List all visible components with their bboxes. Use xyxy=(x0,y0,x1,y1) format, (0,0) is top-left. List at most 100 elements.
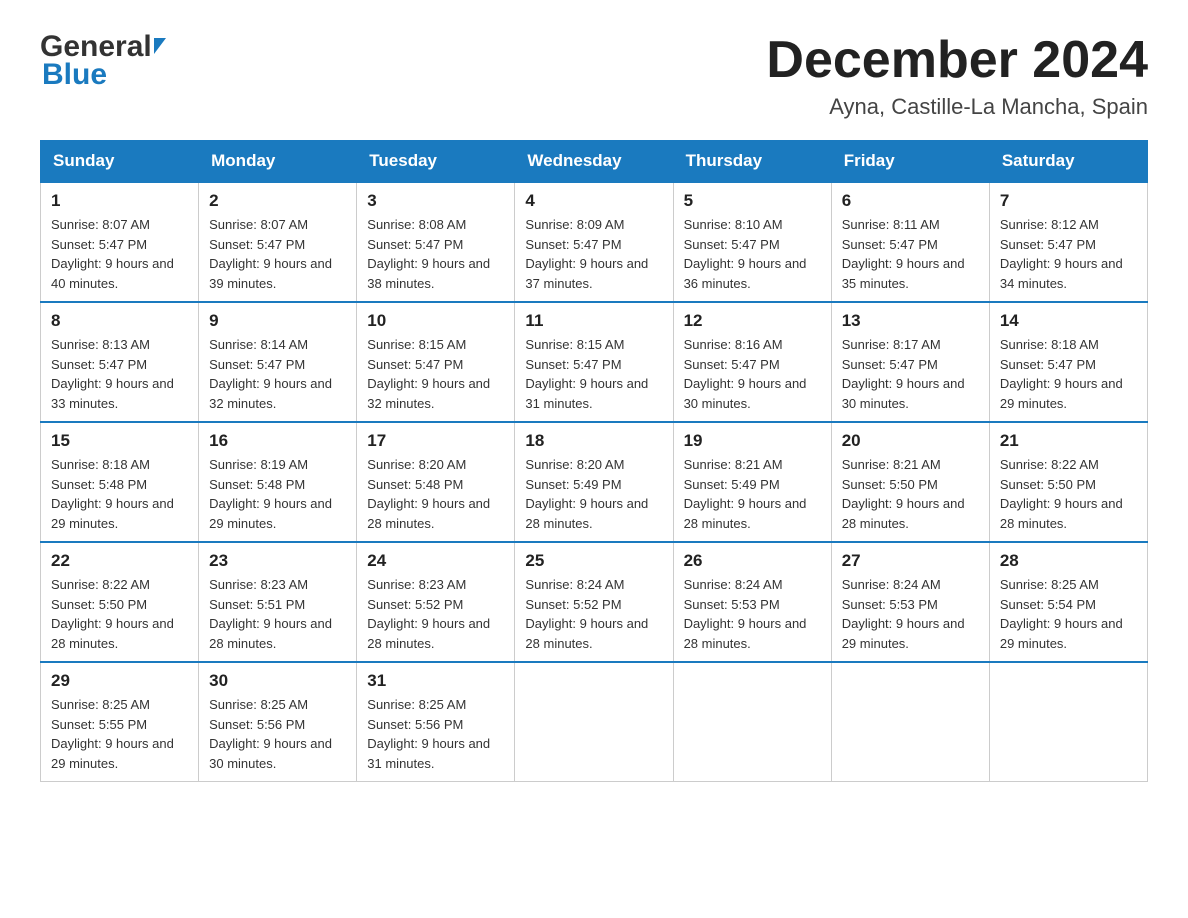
day-info: Sunrise: 8:25 AMSunset: 5:56 PMDaylight:… xyxy=(367,695,504,773)
calendar-cell: 31 Sunrise: 8:25 AMSunset: 5:56 PMDayligh… xyxy=(357,662,515,782)
month-title: December 2024 xyxy=(766,30,1148,90)
day-number: 26 xyxy=(684,551,821,571)
week-row-1: 1 Sunrise: 8:07 AMSunset: 5:47 PMDaylight… xyxy=(41,182,1148,302)
calendar-cell: 11Sunrise: 8:15 AMSunset: 5:47 PMDayligh… xyxy=(515,302,673,422)
day-info: Sunrise: 8:23 AMSunset: 5:51 PMDaylight:… xyxy=(209,575,346,653)
calendar-cell: 1 Sunrise: 8:07 AMSunset: 5:47 PMDaylight… xyxy=(41,182,199,302)
day-info: Sunrise: 8:25 AMSunset: 5:55 PMDaylight:… xyxy=(51,695,188,773)
week-row-5: 29Sunrise: 8:25 AMSunset: 5:55 PMDayligh… xyxy=(41,662,1148,782)
day-number: 27 xyxy=(842,551,979,571)
calendar-cell: 12 Sunrise: 8:16 AMSunset: 5:47 PMDayligh… xyxy=(673,302,831,422)
col-header-tuesday: Tuesday xyxy=(357,141,515,183)
day-number: 31 xyxy=(367,671,504,691)
calendar-cell: 10Sunrise: 8:15 AMSunset: 5:47 PMDayligh… xyxy=(357,302,515,422)
day-info: Sunrise: 8:20 AMSunset: 5:48 PMDaylight:… xyxy=(367,455,504,533)
calendar-cell: 30 Sunrise: 8:25 AMSunset: 5:56 PMDayligh… xyxy=(199,662,357,782)
day-info: Sunrise: 8:13 AMSunset: 5:47 PMDaylight:… xyxy=(51,335,188,413)
calendar-cell: 7 Sunrise: 8:12 AMSunset: 5:47 PMDaylight… xyxy=(989,182,1147,302)
calendar-cell: 21 Sunrise: 8:22 AMSunset: 5:50 PMDayligh… xyxy=(989,422,1147,542)
day-info: Sunrise: 8:21 AMSunset: 5:50 PMDaylight:… xyxy=(842,455,979,533)
header-row: SundayMondayTuesdayWednesdayThursdayFrid… xyxy=(41,141,1148,183)
day-number: 12 xyxy=(684,311,821,331)
day-number: 5 xyxy=(684,191,821,211)
day-info: Sunrise: 8:25 AMSunset: 5:54 PMDaylight:… xyxy=(1000,575,1137,653)
day-number: 16 xyxy=(209,431,346,451)
day-info: Sunrise: 8:24 AMSunset: 5:52 PMDaylight:… xyxy=(525,575,662,653)
col-header-saturday: Saturday xyxy=(989,141,1147,183)
calendar-cell: 19Sunrise: 8:21 AMSunset: 5:49 PMDayligh… xyxy=(673,422,831,542)
calendar-cell: 13Sunrise: 8:17 AMSunset: 5:47 PMDayligh… xyxy=(831,302,989,422)
day-info: Sunrise: 8:16 AMSunset: 5:47 PMDaylight:… xyxy=(684,335,821,413)
day-number: 23 xyxy=(209,551,346,571)
day-number: 22 xyxy=(51,551,188,571)
day-info: Sunrise: 8:22 AMSunset: 5:50 PMDaylight:… xyxy=(51,575,188,653)
page-header: General Blue December 2024 Ayna, Castill… xyxy=(40,30,1148,120)
day-number: 15 xyxy=(51,431,188,451)
calendar-cell xyxy=(831,662,989,782)
day-number: 30 xyxy=(209,671,346,691)
calendar-cell: 14 Sunrise: 8:18 AMSunset: 5:47 PMDayligh… xyxy=(989,302,1147,422)
title-area: December 2024 Ayna, Castille-La Mancha, … xyxy=(766,30,1148,120)
logo-blue-text: Blue xyxy=(42,58,107,92)
calendar-cell: 17 Sunrise: 8:20 AMSunset: 5:48 PMDayligh… xyxy=(357,422,515,542)
day-info: Sunrise: 8:09 AMSunset: 5:47 PMDaylight:… xyxy=(525,215,662,293)
day-info: Sunrise: 8:11 AMSunset: 5:47 PMDaylight:… xyxy=(842,215,979,293)
day-info: Sunrise: 8:23 AMSunset: 5:52 PMDaylight:… xyxy=(367,575,504,653)
day-number: 2 xyxy=(209,191,346,211)
calendar-cell: 28 Sunrise: 8:25 AMSunset: 5:54 PMDayligh… xyxy=(989,542,1147,662)
day-number: 17 xyxy=(367,431,504,451)
calendar-cell: 23 Sunrise: 8:23 AMSunset: 5:51 PMDayligh… xyxy=(199,542,357,662)
day-info: Sunrise: 8:10 AMSunset: 5:47 PMDaylight:… xyxy=(684,215,821,293)
day-info: Sunrise: 8:12 AMSunset: 5:47 PMDaylight:… xyxy=(1000,215,1137,293)
day-info: Sunrise: 8:17 AMSunset: 5:47 PMDaylight:… xyxy=(842,335,979,413)
calendar-cell: 8Sunrise: 8:13 AMSunset: 5:47 PMDaylight… xyxy=(41,302,199,422)
day-number: 1 xyxy=(51,191,188,211)
day-number: 4 xyxy=(525,191,662,211)
day-number: 6 xyxy=(842,191,979,211)
day-info: Sunrise: 8:07 AMSunset: 5:47 PMDaylight:… xyxy=(51,215,188,293)
calendar-cell: 26Sunrise: 8:24 AMSunset: 5:53 PMDayligh… xyxy=(673,542,831,662)
calendar-cell: 6 Sunrise: 8:11 AMSunset: 5:47 PMDaylight… xyxy=(831,182,989,302)
calendar-cell: 22 Sunrise: 8:22 AMSunset: 5:50 PMDayligh… xyxy=(41,542,199,662)
calendar-cell: 16Sunrise: 8:19 AMSunset: 5:48 PMDayligh… xyxy=(199,422,357,542)
day-info: Sunrise: 8:22 AMSunset: 5:50 PMDaylight:… xyxy=(1000,455,1137,533)
day-number: 18 xyxy=(525,431,662,451)
day-info: Sunrise: 8:18 AMSunset: 5:47 PMDaylight:… xyxy=(1000,335,1137,413)
calendar-cell: 15Sunrise: 8:18 AMSunset: 5:48 PMDayligh… xyxy=(41,422,199,542)
day-number: 3 xyxy=(367,191,504,211)
day-number: 24 xyxy=(367,551,504,571)
day-info: Sunrise: 8:24 AMSunset: 5:53 PMDaylight:… xyxy=(842,575,979,653)
calendar-cell: 9Sunrise: 8:14 AMSunset: 5:47 PMDaylight… xyxy=(199,302,357,422)
col-header-monday: Monday xyxy=(199,141,357,183)
day-number: 25 xyxy=(525,551,662,571)
day-info: Sunrise: 8:15 AMSunset: 5:47 PMDaylight:… xyxy=(525,335,662,413)
logo-triangle-icon xyxy=(154,38,166,54)
day-info: Sunrise: 8:25 AMSunset: 5:56 PMDaylight:… xyxy=(209,695,346,773)
day-number: 21 xyxy=(1000,431,1137,451)
day-number: 20 xyxy=(842,431,979,451)
calendar-cell: 18 Sunrise: 8:20 AMSunset: 5:49 PMDayligh… xyxy=(515,422,673,542)
col-header-sunday: Sunday xyxy=(41,141,199,183)
day-info: Sunrise: 8:20 AMSunset: 5:49 PMDaylight:… xyxy=(525,455,662,533)
day-info: Sunrise: 8:07 AMSunset: 5:47 PMDaylight:… xyxy=(209,215,346,293)
day-number: 14 xyxy=(1000,311,1137,331)
day-number: 28 xyxy=(1000,551,1137,571)
day-number: 10 xyxy=(367,311,504,331)
calendar-cell: 24 Sunrise: 8:23 AMSunset: 5:52 PMDayligh… xyxy=(357,542,515,662)
col-header-friday: Friday xyxy=(831,141,989,183)
week-row-4: 22 Sunrise: 8:22 AMSunset: 5:50 PMDayligh… xyxy=(41,542,1148,662)
day-number: 7 xyxy=(1000,191,1137,211)
logo: General Blue xyxy=(40,30,166,92)
location-title: Ayna, Castille-La Mancha, Spain xyxy=(766,94,1148,120)
calendar-cell xyxy=(515,662,673,782)
calendar-cell: 25 Sunrise: 8:24 AMSunset: 5:52 PMDayligh… xyxy=(515,542,673,662)
calendar-cell: 20 Sunrise: 8:21 AMSunset: 5:50 PMDayligh… xyxy=(831,422,989,542)
col-header-wednesday: Wednesday xyxy=(515,141,673,183)
week-row-3: 15Sunrise: 8:18 AMSunset: 5:48 PMDayligh… xyxy=(41,422,1148,542)
calendar-cell xyxy=(989,662,1147,782)
col-header-thursday: Thursday xyxy=(673,141,831,183)
calendar-cell: 3Sunrise: 8:08 AMSunset: 5:47 PMDaylight… xyxy=(357,182,515,302)
day-number: 9 xyxy=(209,311,346,331)
week-row-2: 8Sunrise: 8:13 AMSunset: 5:47 PMDaylight… xyxy=(41,302,1148,422)
calendar-cell: 29Sunrise: 8:25 AMSunset: 5:55 PMDayligh… xyxy=(41,662,199,782)
